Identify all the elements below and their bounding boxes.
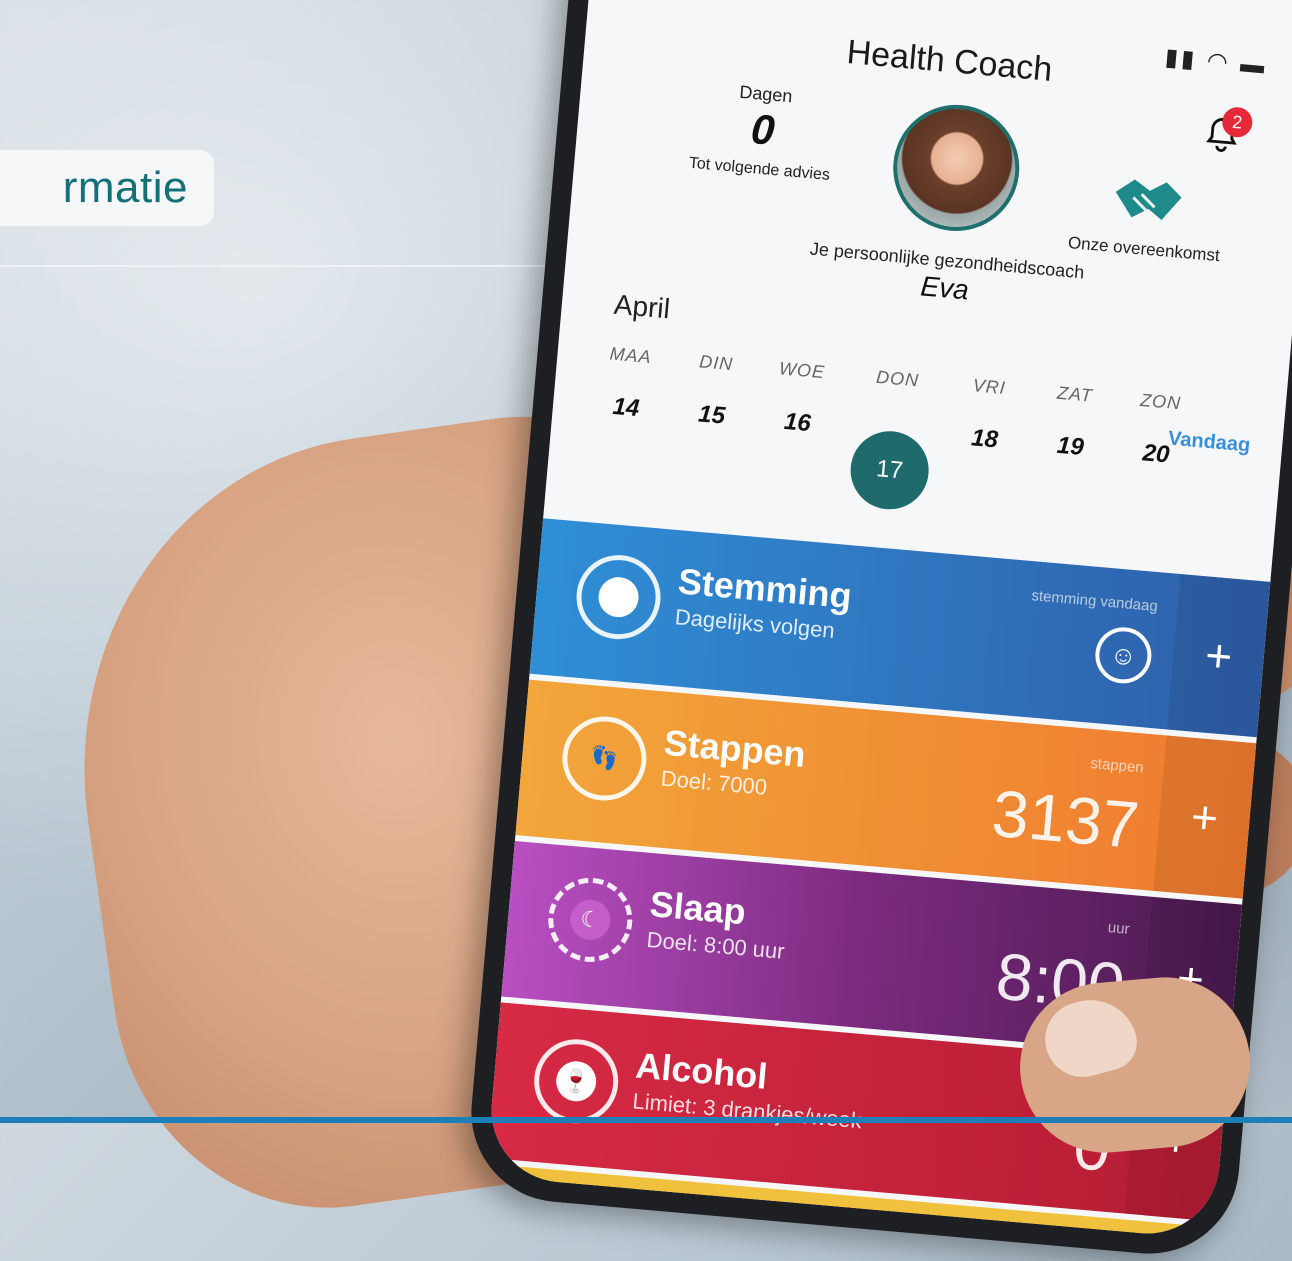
add-steps-button[interactable]: +: [1152, 735, 1257, 899]
day-name: ZAT: [1056, 382, 1094, 406]
information-banner[interactable]: rmatie: [0, 150, 214, 226]
card-unit: stappen: [1089, 754, 1145, 777]
day-name: MAA: [608, 343, 653, 368]
calendar-day[interactable]: VRI 18: [949, 374, 1025, 457]
card-value: 3137: [989, 775, 1142, 863]
calendar-day-selected[interactable]: DON 17: [841, 365, 943, 513]
day-date: 16: [782, 407, 812, 438]
day-name: DIN: [698, 351, 735, 375]
handshake-icon[interactable]: [1111, 172, 1185, 230]
day-date: 14: [611, 392, 641, 423]
footprint-icon: 👣: [589, 744, 620, 772]
card-unit: uur: [1107, 919, 1131, 938]
calendar-day[interactable]: DIN 15: [676, 350, 752, 433]
smiley-face-icon[interactable]: ☺: [1093, 625, 1154, 686]
steps-ring: 👣: [558, 713, 650, 805]
sleep-medal-icon: ☾: [544, 874, 636, 966]
calendar-day[interactable]: WOE 16: [761, 357, 837, 440]
day-name: WOE: [778, 358, 826, 383]
alcohol-ring: 🍷: [530, 1035, 622, 1127]
coach-avatar[interactable]: [887, 99, 1025, 237]
add-mood-button[interactable]: +: [1167, 574, 1271, 738]
information-banner-text: rmatie: [62, 163, 188, 212]
card-subtitle: Doel: 8:00 uur: [645, 926, 786, 964]
day-date: 15: [697, 400, 727, 430]
day-name: VRI: [971, 375, 1007, 399]
calendar-day[interactable]: ZAT 19: [1034, 381, 1110, 464]
day-date: 20: [1141, 439, 1171, 469]
card-title: Slaap: [648, 883, 748, 933]
calendar-day[interactable]: MAA 14: [590, 342, 666, 425]
bottom-accent-bar: [0, 1117, 1292, 1123]
wine-glass-icon: 🍷: [554, 1059, 598, 1103]
moon-icon: ☾: [568, 898, 612, 942]
calendar-month: April: [612, 288, 672, 325]
smiley-icon: ☺: [596, 575, 641, 619]
day-name: DON: [875, 366, 920, 391]
day-date: 19: [1055, 431, 1085, 462]
mood-ring: ☺: [573, 551, 665, 643]
card-unit: stemming vandaag: [1030, 587, 1159, 616]
calendar-day[interactable]: ZON 20: [1120, 389, 1196, 472]
day-name: ZON: [1139, 389, 1182, 414]
day-date: 18: [970, 424, 1000, 454]
selected-date: 17: [847, 428, 932, 513]
